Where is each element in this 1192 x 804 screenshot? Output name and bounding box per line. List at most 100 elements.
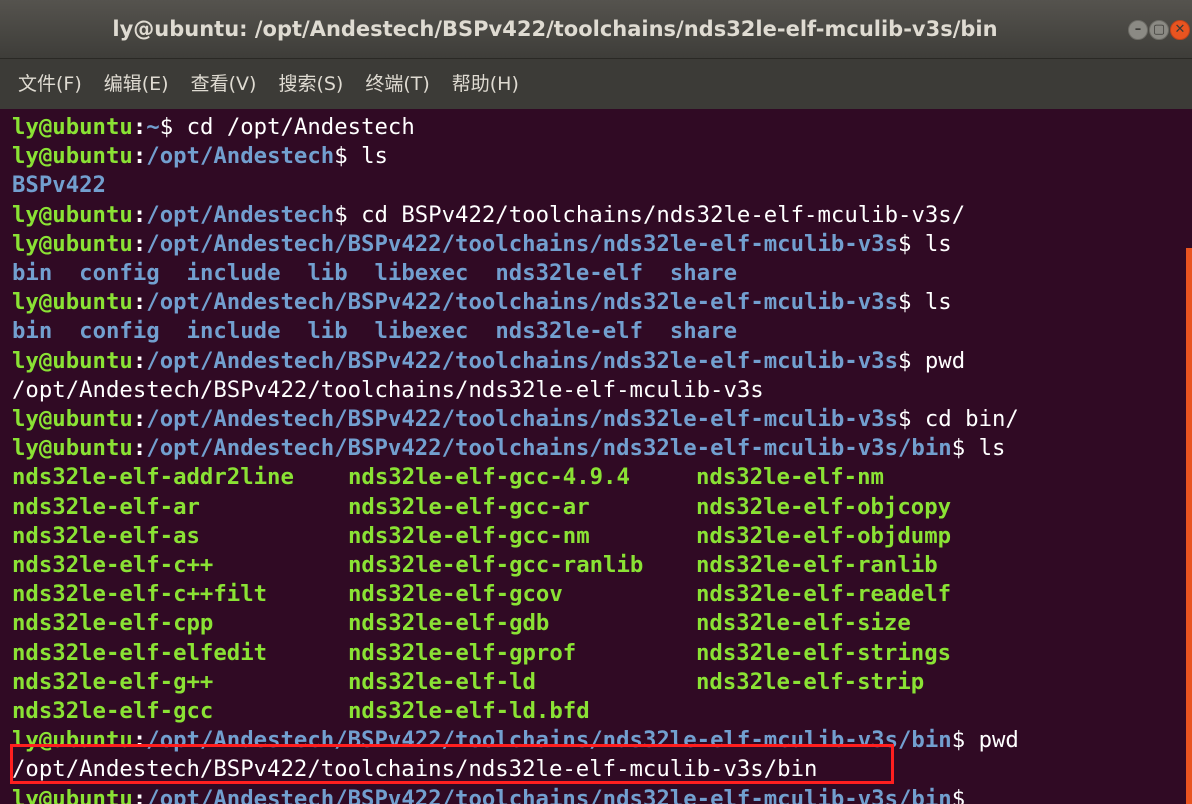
- executable-entry: nds32le-elf-elfedit: [12, 639, 268, 666]
- executable-entry: nds32le-elf-addr2line: [12, 464, 294, 491]
- prompt-path: /opt/Andestech: [146, 201, 335, 228]
- directory-entry: config: [79, 318, 160, 345]
- prompt-symbol: $: [898, 289, 912, 316]
- prompt-separator: :: [132, 114, 147, 140]
- prompt-path: /opt/Andestech/BSPv422/toolchains/nds32l…: [146, 785, 952, 804]
- directory-entry: config: [79, 260, 160, 286]
- prompt-separator: :: [132, 406, 147, 432]
- terminal-line: ly@ubuntu:/opt/Andestech/BSPv422/toolcha…: [12, 288, 952, 317]
- command-text: ls: [911, 230, 952, 257]
- executable-entry: nds32le-elf-gcc-nm: [348, 522, 590, 549]
- prompt-user: ly@ubuntu: [12, 727, 133, 754]
- prompt-separator: :: [132, 785, 147, 804]
- executable-entry: nds32le-elf-g++: [12, 668, 214, 695]
- prompt-symbol: $: [898, 230, 912, 257]
- executable-entry: nds32le-elf-c++: [12, 552, 214, 578]
- prompt-separator: :: [132, 201, 147, 228]
- terminal-line: /opt/Andestech/BSPv422/toolchains/nds32l…: [12, 376, 764, 405]
- executable-entry: nds32le-elf-c++filt: [12, 581, 268, 608]
- executable-entry: nds32le-elf-as: [12, 522, 200, 549]
- prompt-user: ly@ubuntu: [12, 114, 133, 140]
- executable-entry: nds32le-elf-ar: [12, 493, 200, 520]
- minimize-button[interactable]: –: [1128, 20, 1148, 40]
- directory-entry: include: [186, 260, 281, 286]
- terminal-line: ly@ubuntu:/opt/Andestech/BSPv422/toolcha…: [12, 230, 952, 259]
- menu-view[interactable]: 查看(V): [181, 59, 269, 109]
- terminal-line: nds32le-elf-c++ nds32le-elf-gcc-ranlib nds…: [12, 551, 938, 580]
- prompt-symbol: $: [898, 406, 912, 432]
- executable-entry: nds32le-elf-ld.bfd: [348, 698, 590, 724]
- executable-entry: nds32le-elf-ranlib: [696, 552, 938, 578]
- terminal-line: ly@ubuntu:/opt/Andestech/BSPv422/toolcha…: [12, 347, 965, 376]
- output-text: /opt/Andestech/BSPv422/toolchains/nds32l…: [12, 376, 764, 403]
- close-button[interactable]: ✕: [1170, 20, 1190, 40]
- executable-entry: nds32le-elf-cpp: [12, 610, 214, 637]
- maximize-button[interactable]: ▢: [1149, 20, 1169, 40]
- executable-entry: nds32le-elf-gdb: [348, 610, 550, 637]
- command-text: ls: [347, 143, 388, 170]
- executable-entry: nds32le-elf-gprof: [348, 639, 577, 666]
- prompt-path: /opt/Andestech/BSPv422/toolchains/nds32l…: [146, 406, 899, 432]
- scrollbar[interactable]: [1186, 248, 1192, 804]
- prompt-user: ly@ubuntu: [12, 201, 133, 228]
- prompt-user: ly@ubuntu: [12, 435, 133, 462]
- terminal-line: ly@ubuntu:~$ cd /opt/Andestech: [12, 113, 415, 142]
- window-title: ly@ubuntu: /opt/Andestech/BSPv422/toolch…: [112, 17, 998, 41]
- menu-edit[interactable]: 编辑(E): [94, 59, 181, 109]
- prompt-symbol: $: [951, 785, 966, 804]
- terminal-line: nds32le-elf-g++ nds32le-elf-ld nds32le-elf…: [12, 668, 924, 697]
- directory-entry: BSPv422: [12, 172, 106, 199]
- terminal-window: ly@ubuntu: /opt/Andestech/BSPv422/toolch…: [0, 0, 1192, 804]
- directory-entry: libexec: [374, 260, 469, 286]
- prompt-user: ly@ubuntu: [12, 289, 133, 316]
- executable-entry: nds32le-elf-objdump: [696, 522, 952, 549]
- command-text: pwd: [911, 347, 966, 374]
- prompt-symbol: $: [951, 727, 966, 754]
- prompt-path: ~: [146, 114, 160, 140]
- terminal-line: nds32le-elf-addr2line nds32le-elf-gcc-4.9…: [12, 463, 884, 492]
- prompt-user: ly@ubuntu: [12, 785, 133, 804]
- directory-entry: bin: [12, 318, 53, 345]
- title-bar[interactable]: ly@ubuntu: /opt/Andestech/BSPv422/toolch…: [0, 0, 1192, 59]
- terminal-output[interactable]: ly@ubuntu:~$ cd /opt/Andestech ly@ubuntu:…: [0, 109, 1192, 804]
- prompt-symbol: $: [159, 114, 174, 140]
- terminal-line: ly@ubuntu:/opt/Andestech/BSPv422/toolcha…: [12, 405, 1019, 434]
- directory-entry: bin: [12, 260, 53, 286]
- prompt-symbol: $: [334, 143, 348, 170]
- command-text: pwd: [965, 727, 1019, 754]
- prompt-separator: :: [132, 727, 147, 754]
- menu-help[interactable]: 帮助(H): [442, 59, 531, 109]
- prompt-path: /opt/Andestech: [146, 143, 335, 170]
- command-text: ls: [911, 289, 952, 316]
- prompt-separator: :: [132, 435, 147, 462]
- executable-entry: nds32le-elf-gcc-ranlib: [348, 552, 644, 578]
- prompt-user: ly@ubuntu: [12, 143, 133, 170]
- prompt-symbol: $: [898, 347, 912, 374]
- prompt-user: ly@ubuntu: [12, 347, 133, 374]
- command-text: cd BSPv422/toolchains/nds32le-elf-mculib…: [347, 201, 966, 228]
- directory-entry: lib: [307, 260, 348, 286]
- directory-entry: libexec: [374, 318, 469, 345]
- executable-entry: nds32le-elf-readelf: [696, 581, 952, 608]
- terminal-line: nds32le-elf-ar nds32le-elf-gcc-ar nds32le-…: [12, 493, 951, 522]
- executable-entry: nds32le-elf-size: [696, 610, 911, 637]
- prompt-path: /opt/Andestech/BSPv422/toolchains/nds32l…: [146, 230, 899, 257]
- prompt-separator: :: [132, 143, 147, 170]
- terminal-line: nds32le-elf-gcc nds32le-elf-ld.bfd: [12, 697, 696, 726]
- command-text: ls: [965, 435, 1006, 462]
- terminal-line: bin config include lib libexec nds32le-e…: [12, 317, 737, 346]
- menu-search[interactable]: 搜索(S): [268, 59, 355, 109]
- terminal-line: bin config include lib libexec nds32le-e…: [12, 259, 737, 288]
- terminal-line: ly@ubuntu:/opt/Andestech/BSPv422/toolcha…: [12, 434, 1005, 463]
- executable-entry: nds32le-elf-ld: [348, 668, 536, 695]
- terminal-line: /opt/Andestech/BSPv422/toolchains/nds32l…: [12, 755, 817, 784]
- menu-terminal[interactable]: 终端(T): [355, 59, 441, 109]
- prompt-separator: :: [132, 289, 147, 316]
- terminal-line: ly@ubuntu:/opt/Andestech$ ls: [12, 142, 388, 171]
- command-text: cd bin/: [911, 406, 1019, 432]
- executable-entry: nds32le-elf-gcc: [12, 698, 214, 724]
- prompt-path: /opt/Andestech/BSPv422/toolchains/nds32l…: [146, 347, 899, 374]
- menu-file[interactable]: 文件(F): [0, 59, 94, 109]
- directory-entry: include: [186, 318, 281, 345]
- terminal-line: nds32le-elf-c++filt nds32le-elf-gcov nds32…: [12, 580, 951, 609]
